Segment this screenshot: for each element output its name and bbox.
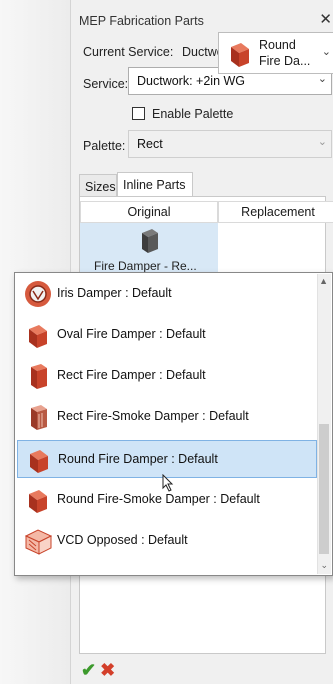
- list-item-label: Round Fire Damper : Default: [58, 452, 218, 466]
- list-item-oval-fire-damper[interactable]: Oval Fire Damper : Default: [17, 316, 317, 354]
- palette-label: Palette:: [83, 139, 126, 153]
- replacement-select[interactable]: Round Fire Da... ⌄: [218, 32, 333, 74]
- panel-title: MEP Fabrication Parts: [79, 14, 204, 28]
- dropdown-scrollbar[interactable]: ▲ ⌄: [317, 274, 331, 574]
- mouse-cursor-icon: [162, 474, 174, 492]
- list-item-rect-fire-damper[interactable]: Rect Fire Damper : Default: [17, 357, 317, 395]
- palette-select-value: Rect: [137, 137, 163, 151]
- round-fire-damper-icon: [30, 450, 48, 473]
- cancel-x-icon[interactable]: ✖: [100, 660, 115, 680]
- tab-sizes[interactable]: Sizes: [79, 174, 117, 197]
- list-item-label: Round Fire-Smoke Damper : Default: [57, 492, 260, 506]
- chevron-down-icon: ⌄: [317, 136, 327, 148]
- replacement-label-line2: Fire Da...: [259, 54, 311, 68]
- oval-fire-damper-icon: [29, 325, 47, 348]
- list-item-label: VCD Opposed : Default: [57, 533, 188, 547]
- list-item-label: Oval Fire Damper : Default: [57, 327, 206, 341]
- scrollbar-thumb[interactable]: [319, 424, 329, 554]
- rect-fire-damper-icon: [31, 364, 47, 389]
- rect-fire-smoke-damper-icon: [31, 405, 47, 430]
- list-item-round-fire-damper[interactable]: Round Fire Damper : Default: [17, 440, 317, 478]
- vcd-opposed-icon: [24, 529, 53, 555]
- scroll-up-icon[interactable]: ▲: [319, 276, 328, 286]
- original-part-label: Fire Damper - Re...: [94, 259, 197, 273]
- column-header-original: Original: [80, 201, 218, 223]
- list-item-rect-fire-smoke-damper[interactable]: Rect Fire-Smoke Damper : Default: [17, 398, 317, 436]
- service-select-value: Ductwork: +2in WG: [137, 74, 246, 88]
- enable-palette-checkbox[interactable]: [132, 107, 145, 120]
- fire-damper-part-icon: [142, 229, 158, 253]
- service-label: Service:: [83, 77, 129, 91]
- replacement-label-line1: Round: [259, 38, 296, 52]
- current-service-label: Current Service:: [83, 45, 174, 59]
- column-header-replacement: Replacement: [218, 201, 333, 223]
- list-item-label: Iris Damper : Default: [57, 286, 172, 300]
- list-item-label: Rect Fire Damper : Default: [57, 368, 206, 382]
- replacement-label: Round Fire Da...: [259, 37, 310, 69]
- iris-damper-icon: [25, 281, 51, 307]
- round-fire-smoke-damper-icon: [29, 490, 47, 513]
- chevron-down-icon: ⌄: [321, 46, 331, 58]
- list-item-vcd-opposed[interactable]: VCD Opposed : Default: [17, 522, 317, 560]
- enable-palette-label: Enable Palette: [152, 107, 234, 121]
- action-icons: ✔ ✖: [81, 660, 115, 681]
- list-item-label: Rect Fire-Smoke Damper : Default: [57, 409, 249, 423]
- accept-check-icon[interactable]: ✔: [81, 660, 96, 680]
- scroll-down-icon[interactable]: ⌄: [320, 560, 328, 571]
- tab-inline-parts[interactable]: Inline Parts: [117, 172, 193, 197]
- palette-select[interactable]: Rect ⌄: [128, 130, 332, 158]
- original-part-cell[interactable]: Fire Damper - Re...: [80, 223, 218, 275]
- list-item-iris-damper[interactable]: Iris Damper : Default: [17, 275, 317, 313]
- round-fire-damper-icon: [231, 43, 249, 67]
- close-icon[interactable]: ✕: [319, 10, 332, 28]
- replacement-dropdown-list[interactable]: Iris Damper : Default Oval Fire Damper :…: [14, 272, 333, 576]
